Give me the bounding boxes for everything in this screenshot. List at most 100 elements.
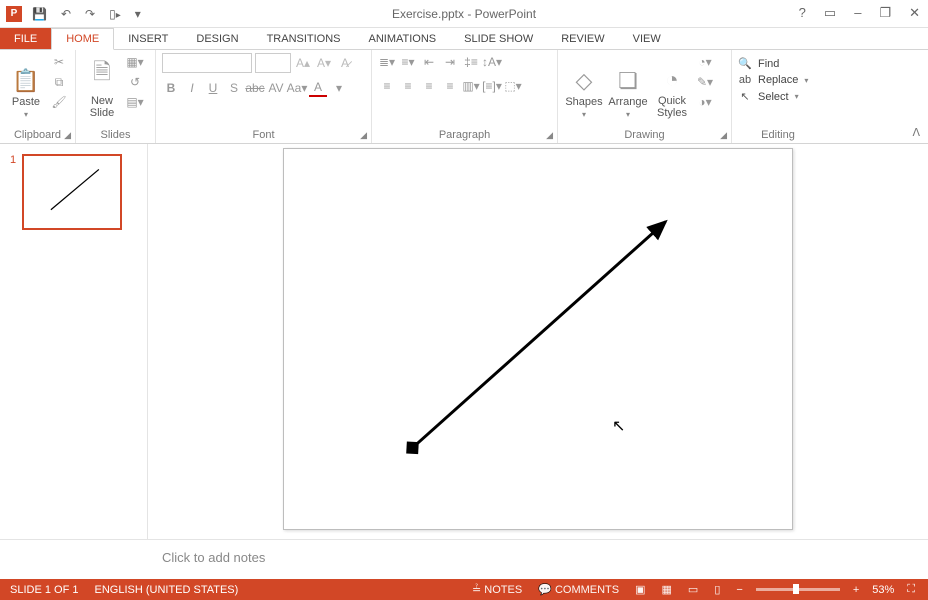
tab-file[interactable]: FILE: [0, 28, 51, 49]
quick-styles-icon: ◔: [665, 67, 678, 93]
zoom-out-icon[interactable]: −: [733, 584, 745, 596]
section-icon[interactable]: ▤▾: [126, 93, 144, 111]
align-center-icon[interactable]: ≡: [399, 77, 417, 95]
zoom-percent[interactable]: 53%: [872, 584, 894, 596]
text-direction-icon[interactable]: ↕A▾: [483, 53, 501, 71]
comments-button[interactable]: 💬 COMMENTS: [535, 583, 622, 596]
align-text-icon[interactable]: [≡]▾: [483, 77, 501, 95]
dialog-launcher-icon[interactable]: ◢: [360, 130, 367, 141]
tab-slideshow[interactable]: SLIDE SHOW: [450, 28, 547, 49]
sorter-view-icon[interactable]: ▦: [659, 583, 675, 596]
grow-font-icon[interactable]: A▴: [294, 54, 312, 72]
shape-fill-icon[interactable]: ◔▾: [696, 53, 714, 71]
tab-view[interactable]: VIEW: [619, 28, 675, 49]
align-right-icon[interactable]: ≡: [420, 77, 438, 95]
char-spacing-icon[interactable]: AV: [267, 79, 285, 97]
font-color-icon[interactable]: A: [309, 79, 327, 97]
cut-icon[interactable]: ✂: [50, 53, 68, 71]
tab-animations[interactable]: ANIMATIONS: [355, 28, 451, 49]
ribbon-options-icon[interactable]: ▭: [820, 3, 840, 23]
normal-view-icon[interactable]: ▣: [632, 583, 648, 596]
justify-icon[interactable]: ≡: [441, 77, 459, 95]
tab-insert[interactable]: INSERT: [114, 28, 182, 49]
help-icon[interactable]: ?: [795, 3, 810, 23]
thumbnail-number: 1: [10, 154, 16, 230]
title-bar: P 💾 ↶ ↷ ▯▸ ▾ Exercise.pptx - PowerPoint …: [0, 0, 928, 28]
decrease-indent-icon[interactable]: ⇤: [420, 53, 438, 71]
strikethrough-icon[interactable]: abc: [246, 79, 264, 97]
replace-button[interactable]: abReplace▾: [738, 74, 818, 86]
qat-dropdown-icon[interactable]: ▾: [131, 5, 145, 23]
find-button[interactable]: 🔍Find: [738, 57, 818, 70]
underline-icon[interactable]: U: [204, 79, 222, 97]
redo-icon[interactable]: ↷: [81, 5, 99, 23]
collapse-ribbon-icon[interactable]: ᐱ: [912, 126, 920, 139]
slide[interactable]: ↖: [283, 148, 793, 530]
tab-review[interactable]: REVIEW: [547, 28, 618, 49]
highlight-icon[interactable]: ▾: [330, 79, 348, 97]
arrange-icon: ❏: [618, 68, 638, 94]
format-painter-icon[interactable]: 🖌: [50, 93, 68, 111]
notes-pane[interactable]: Click to add notes: [0, 539, 928, 579]
arrange-button[interactable]: ❏ Arrange▾: [608, 53, 648, 119]
smartart-icon[interactable]: ⬚▾: [504, 77, 522, 95]
group-label: Editing: [738, 129, 818, 141]
canvas-scroll[interactable]: ↖: [148, 144, 928, 539]
layout-icon[interactable]: ▦▾: [126, 53, 144, 71]
group-paragraph: ≣▾ ≡▾ ⇤ ⇥ ‡≡ ↕A▾ ≡ ≡ ≡ ≡ ▥▾ [≡]▾ ⬚▾ Para…: [372, 50, 558, 143]
align-left-icon[interactable]: ≡: [378, 77, 396, 95]
tab-transitions[interactable]: TRANSITIONS: [253, 28, 355, 49]
italic-icon[interactable]: I: [183, 79, 201, 97]
clear-formatting-icon[interactable]: A̷: [336, 54, 354, 72]
notes-placeholder[interactable]: Click to add notes: [162, 550, 914, 565]
font-name-combo[interactable]: [162, 53, 252, 73]
select-icon: ↖: [738, 90, 752, 103]
window-controls: ? ▭ – ❐ ✕: [795, 3, 924, 23]
minimize-icon[interactable]: –: [850, 3, 865, 23]
close-icon[interactable]: ✕: [905, 3, 924, 23]
slideshow-view-icon[interactable]: ▯: [711, 583, 723, 596]
select-button[interactable]: ↖Select▾: [738, 90, 818, 103]
dialog-launcher-icon[interactable]: ◢: [546, 130, 553, 141]
thumbnail-preview[interactable]: [22, 154, 122, 230]
notes-button[interactable]: ≟ NOTES: [469, 583, 525, 596]
bullets-icon[interactable]: ≣▾: [378, 53, 396, 71]
status-bar: SLIDE 1 OF 1 ENGLISH (UNITED STATES) ≟ N…: [0, 579, 928, 600]
slide-thumbnail[interactable]: 1: [10, 154, 147, 230]
slide-counter[interactable]: SLIDE 1 OF 1: [10, 584, 78, 596]
slide-panel[interactable]: 1: [0, 144, 148, 539]
bold-icon[interactable]: B: [162, 79, 180, 97]
canvas-area: ↖: [148, 144, 928, 539]
tab-design[interactable]: DESIGN: [182, 28, 252, 49]
app-icon: P: [6, 6, 22, 22]
start-from-beginning-icon[interactable]: ▯▸: [105, 5, 125, 23]
shapes-button[interactable]: ◇ Shapes▾: [564, 53, 604, 119]
new-slide-button[interactable]: 🗎 New Slide: [82, 53, 122, 119]
quick-styles-button[interactable]: ◔ Quick Styles: [652, 53, 692, 119]
numbering-icon[interactable]: ≡▾: [399, 53, 417, 71]
font-size-combo[interactable]: [255, 53, 291, 73]
increase-indent-icon[interactable]: ⇥: [441, 53, 459, 71]
shape-effects-icon[interactable]: ◑▾: [696, 93, 714, 111]
copy-icon[interactable]: ⧉: [50, 73, 68, 91]
dialog-launcher-icon[interactable]: ◢: [64, 130, 71, 141]
language-status[interactable]: ENGLISH (UNITED STATES): [94, 584, 238, 596]
arrow-line-shape[interactable]: [412, 222, 665, 448]
restore-icon[interactable]: ❐: [875, 3, 895, 23]
line-spacing-icon[interactable]: ‡≡: [462, 53, 480, 71]
reading-view-icon[interactable]: ▭: [685, 583, 701, 596]
shape-outline-icon[interactable]: ✎▾: [696, 73, 714, 91]
paste-button[interactable]: 📋 Paste ▾: [6, 53, 46, 119]
tab-home[interactable]: HOME: [51, 28, 114, 50]
change-case-icon[interactable]: Aa▾: [288, 79, 306, 97]
shadow-icon[interactable]: S: [225, 79, 243, 97]
reset-icon[interactable]: ↺: [126, 73, 144, 91]
columns-icon[interactable]: ▥▾: [462, 77, 480, 95]
shrink-font-icon[interactable]: A▾: [315, 54, 333, 72]
undo-icon[interactable]: ↶: [57, 5, 75, 23]
fit-to-window-icon[interactable]: ⛶: [904, 583, 918, 596]
dialog-launcher-icon[interactable]: ◢: [720, 130, 727, 141]
zoom-in-icon[interactable]: +: [850, 584, 862, 596]
zoom-slider[interactable]: [756, 588, 840, 591]
save-icon[interactable]: 💾: [28, 5, 51, 23]
